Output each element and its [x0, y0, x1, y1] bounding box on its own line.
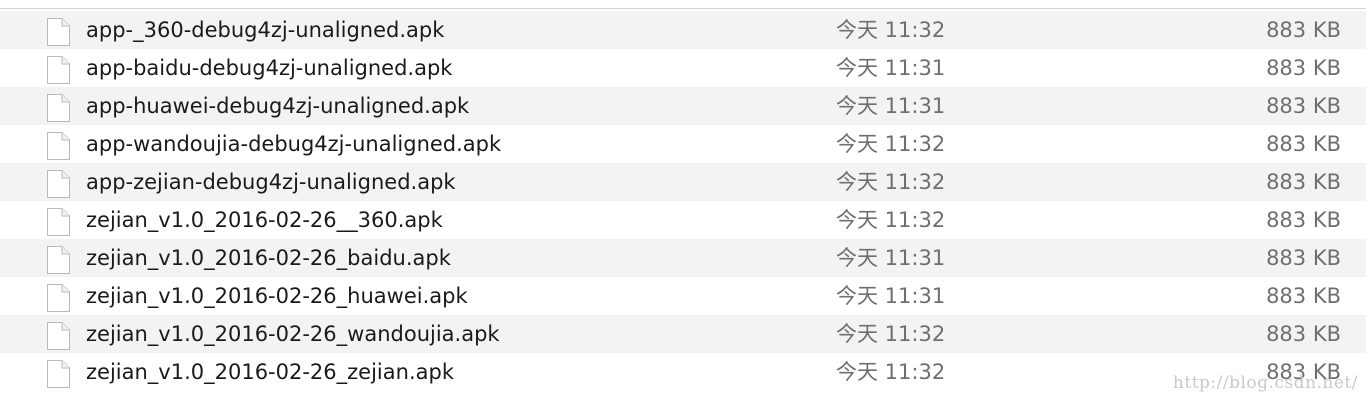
- document-icon: [46, 207, 71, 237]
- file-size: 883 KB: [1266, 284, 1341, 308]
- file-size: 883 KB: [1266, 246, 1341, 270]
- file-name: app-zejian-debug4zj-unaligned.apk: [86, 170, 456, 194]
- file-modified-date: 今天 11:32: [836, 132, 946, 156]
- file-modified-date: 今天 11:32: [836, 18, 946, 42]
- file-modified-date: 今天 11:31: [836, 56, 946, 80]
- document-icon: [46, 321, 71, 351]
- document-icon: [46, 359, 71, 389]
- document-icon: [46, 131, 71, 161]
- file-modified-date: 今天 11:31: [836, 94, 946, 118]
- file-name: zejian_v1.0_2016-02-26_zejian.apk: [86, 360, 454, 384]
- file-modified-date: 今天 11:32: [836, 208, 946, 232]
- file-name: app-wandoujia-debug4zj-unaligned.apk: [86, 132, 502, 156]
- file-row[interactable]: app-baidu-debug4zj-unaligned.apk 今天 11:3…: [0, 49, 1366, 87]
- file-row[interactable]: zejian_v1.0_2016-02-26_huawei.apk 今天 11:…: [0, 277, 1366, 315]
- document-icon: [46, 17, 71, 47]
- file-row[interactable]: app-huawei-debug4zj-unaligned.apk 今天 11:…: [0, 87, 1366, 125]
- file-list: app-_360-debug4zj-unaligned.apk 今天 11:32…: [0, 11, 1366, 391]
- file-row[interactable]: zejian_v1.0_2016-02-26__360.apk 今天 11:32…: [0, 201, 1366, 239]
- file-row[interactable]: zejian_v1.0_2016-02-26_zejian.apk 今天 11:…: [0, 353, 1366, 391]
- file-size: 883 KB: [1266, 94, 1341, 118]
- file-row[interactable]: zejian_v1.0_2016-02-26_wandoujia.apk 今天 …: [0, 315, 1366, 353]
- file-modified-date: 今天 11:32: [836, 322, 946, 346]
- watermark-url: http://blog.csdn.net/: [1172, 373, 1358, 393]
- file-name: app-baidu-debug4zj-unaligned.apk: [86, 56, 453, 80]
- file-size: 883 KB: [1266, 56, 1341, 80]
- file-size: 883 KB: [1266, 18, 1341, 42]
- file-size: 883 KB: [1266, 132, 1341, 156]
- file-name: zejian_v1.0_2016-02-26_wandoujia.apk: [86, 322, 500, 346]
- list-top-border: [0, 0, 1366, 9]
- file-size: 883 KB: [1266, 170, 1341, 194]
- file-row[interactable]: app-wandoujia-debug4zj-unaligned.apk 今天 …: [0, 125, 1366, 163]
- document-icon: [46, 93, 71, 123]
- document-icon: [46, 245, 71, 275]
- file-name: zejian_v1.0_2016-02-26_baidu.apk: [86, 246, 451, 270]
- document-icon: [46, 55, 71, 85]
- file-name: zejian_v1.0_2016-02-26__360.apk: [86, 208, 443, 232]
- document-icon: [46, 169, 71, 199]
- file-modified-date: 今天 11:32: [836, 170, 946, 194]
- file-modified-date: 今天 11:31: [836, 246, 946, 270]
- file-modified-date: 今天 11:32: [836, 360, 946, 384]
- file-name: app-_360-debug4zj-unaligned.apk: [86, 18, 445, 42]
- file-name: zejian_v1.0_2016-02-26_huawei.apk: [86, 284, 468, 308]
- file-row[interactable]: app-zejian-debug4zj-unaligned.apk 今天 11:…: [0, 163, 1366, 201]
- file-size: 883 KB: [1266, 322, 1341, 346]
- file-modified-date: 今天 11:31: [836, 284, 946, 308]
- file-row[interactable]: zejian_v1.0_2016-02-26_baidu.apk 今天 11:3…: [0, 239, 1366, 277]
- file-size: 883 KB: [1266, 208, 1341, 232]
- file-name: app-huawei-debug4zj-unaligned.apk: [86, 94, 470, 118]
- document-icon: [46, 283, 71, 313]
- file-row[interactable]: app-_360-debug4zj-unaligned.apk 今天 11:32…: [0, 11, 1366, 49]
